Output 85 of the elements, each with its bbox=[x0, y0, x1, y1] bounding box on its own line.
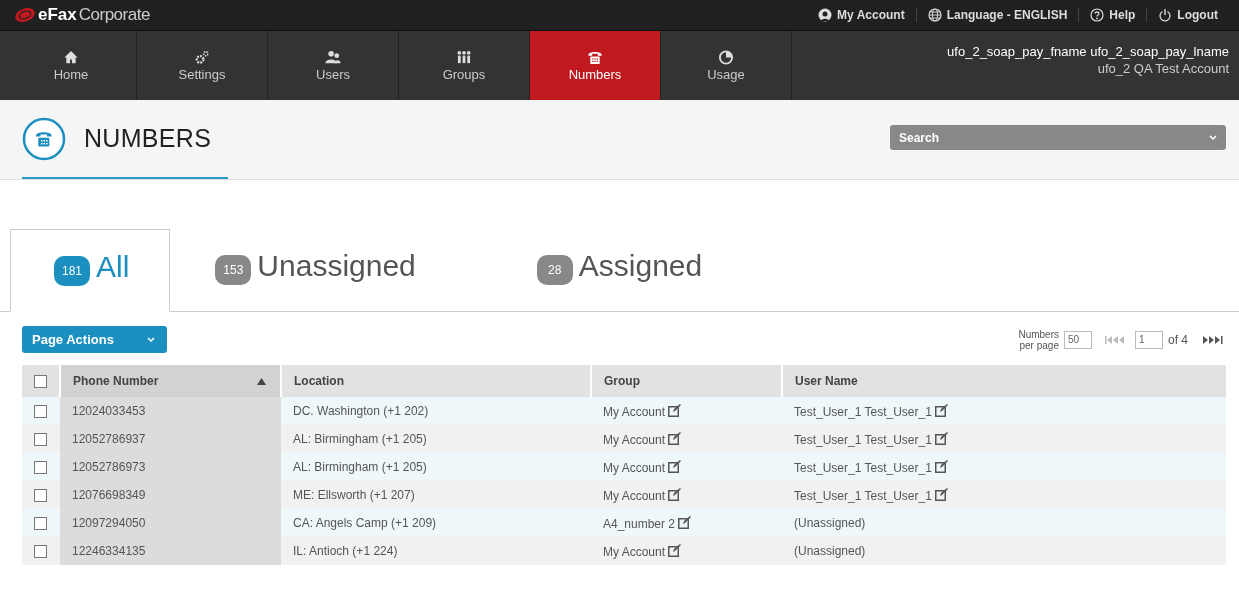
telephone-icon bbox=[587, 49, 603, 65]
edit-icon[interactable] bbox=[668, 459, 682, 473]
table-cell: (Unassigned) bbox=[794, 516, 866, 530]
count-badge: 181 bbox=[54, 255, 90, 286]
top-link[interactable]: My Account bbox=[807, 8, 916, 22]
chevron-icon bbox=[1209, 135, 1217, 141]
nav-item[interactable]: Numbers bbox=[530, 31, 661, 100]
table-cell: (Unassigned) bbox=[794, 544, 866, 558]
per-page-label: Numbers bbox=[1018, 328, 1059, 340]
table-cell: ME: Ellsworth (+1 207) bbox=[281, 481, 591, 509]
per-page-label: per page bbox=[1019, 339, 1059, 351]
table-cell: My Account bbox=[603, 404, 666, 419]
top-link[interactable]: Help bbox=[1078, 8, 1147, 22]
logo-text: Corporate bbox=[78, 5, 150, 25]
table-cell: AL: Birmingham (+1 205) bbox=[281, 453, 591, 481]
user-name: ufo_2_soap_pay_fname ufo_2_soap_pay_lname bbox=[946, 44, 1229, 59]
table-cell: My Account bbox=[603, 432, 666, 447]
page-count: of 4 bbox=[1168, 332, 1188, 347]
chevron-icon bbox=[147, 336, 155, 343]
table-cell: Test_User_1 Test_User_1 bbox=[794, 488, 932, 503]
table-cell: IL: Antioch (+1 224) bbox=[281, 537, 591, 565]
count-badge: 28 bbox=[536, 255, 573, 285]
edit-icon[interactable] bbox=[934, 431, 948, 445]
table-cell: 12024033453 bbox=[60, 397, 281, 425]
sort-up-icon bbox=[257, 378, 266, 385]
checkbox[interactable] bbox=[34, 517, 47, 531]
checkbox[interactable] bbox=[34, 433, 47, 447]
checkbox[interactable] bbox=[34, 545, 47, 559]
edit-icon[interactable] bbox=[934, 403, 948, 417]
table-cell: 12076698349 bbox=[60, 481, 281, 509]
table-cell: 12052786973 bbox=[60, 453, 281, 481]
edit-icon[interactable] bbox=[668, 431, 682, 445]
table-cell: 12052786937 bbox=[60, 425, 281, 453]
page-field[interactable]: 1 bbox=[1135, 330, 1163, 349]
table-cell: A4_number 2 bbox=[603, 516, 676, 531]
account-name: ufo_2 QA Test Account bbox=[1096, 61, 1229, 76]
edit-icon[interactable] bbox=[934, 487, 948, 501]
tab[interactable]: 153 Unassigned bbox=[170, 229, 492, 311]
column-header[interactable]: Group bbox=[591, 365, 782, 397]
first-page-icon bbox=[1105, 334, 1127, 345]
users-icon bbox=[325, 49, 341, 65]
person-icon bbox=[818, 8, 833, 22]
checkbox[interactable] bbox=[34, 405, 47, 419]
per-page-field[interactable]: 50 bbox=[1064, 330, 1092, 349]
edit-icon[interactable] bbox=[678, 515, 692, 529]
table-cell: DC. Washington (+1 202) bbox=[281, 397, 591, 425]
edit-icon[interactable] bbox=[934, 459, 948, 473]
count-badge: 153 bbox=[215, 255, 252, 285]
checkbox[interactable] bbox=[34, 375, 47, 389]
gears-icon bbox=[194, 49, 210, 65]
tab[interactable]: 28 Assigned bbox=[491, 229, 779, 311]
edit-icon[interactable] bbox=[668, 487, 682, 501]
table-cell: Test_User_1 Test_User_1 bbox=[794, 460, 932, 475]
power-icon bbox=[1158, 8, 1173, 22]
telephone-icon bbox=[22, 116, 66, 161]
checkbox[interactable] bbox=[34, 489, 47, 503]
edit-icon[interactable] bbox=[668, 543, 682, 557]
table-cell: Test_User_1 Test_User_1 bbox=[794, 432, 932, 447]
swirl-icon bbox=[14, 7, 36, 23]
table-cell: AL: Birmingham (+1 205) bbox=[281, 425, 591, 453]
tab[interactable]: 181 All bbox=[10, 229, 171, 312]
table-cell: 12097294050 bbox=[60, 509, 281, 537]
last-page-icon bbox=[1201, 334, 1223, 345]
table-cell: 12246334135 bbox=[60, 537, 281, 565]
group-icon bbox=[456, 49, 472, 65]
pie-chart-icon bbox=[718, 49, 734, 65]
edit-icon[interactable] bbox=[668, 403, 682, 417]
help-icon bbox=[1090, 8, 1105, 22]
globe-icon bbox=[927, 8, 942, 22]
checkbox[interactable] bbox=[34, 461, 47, 475]
home-icon bbox=[63, 49, 79, 65]
table-cell: CA: Angels Camp (+1 209) bbox=[281, 509, 591, 537]
top-link[interactable]: Logout bbox=[1146, 8, 1229, 22]
page-actions-button[interactable]: Page Actions bbox=[22, 326, 167, 353]
table-cell: My Account bbox=[603, 544, 666, 559]
column-header[interactable]: Phone Number bbox=[60, 365, 281, 397]
table-cell: Test_User_1 Test_User_1 bbox=[794, 404, 932, 419]
page-title: NUMBERS bbox=[84, 124, 212, 153]
column-header[interactable]: User Name bbox=[782, 365, 1226, 397]
column-header[interactable]: Location bbox=[281, 365, 591, 397]
table-cell: My Account bbox=[603, 488, 666, 503]
top-link[interactable]: Language - ENGLISH bbox=[915, 8, 1079, 22]
logo-text: eFax bbox=[38, 5, 77, 25]
table-cell: My Account bbox=[603, 460, 666, 475]
search-field[interactable]: Search bbox=[890, 125, 1226, 150]
